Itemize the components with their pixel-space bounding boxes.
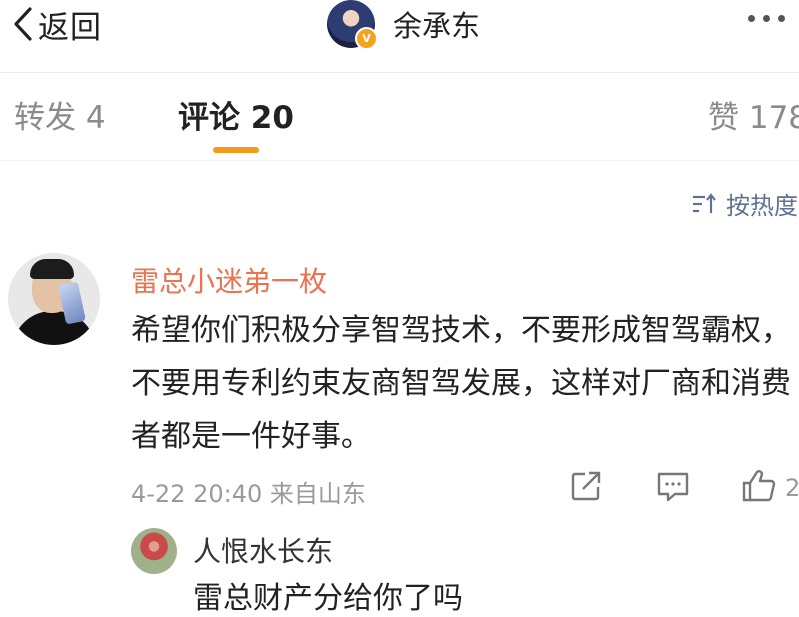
back-button[interactable]: 返回: [12, 4, 102, 46]
sort-label: 按热度: [726, 192, 798, 220]
tab-reposts[interactable]: 转发 4: [14, 92, 106, 137]
share-icon[interactable]: [568, 468, 604, 504]
comment-text: 希望你们积极分享智驾技术，不要形成智驾霸权，不要用专利约束友商智驾发展，这样对厂…: [131, 313, 791, 454]
comment-meta: 4-22 20:40 来自山东: [131, 480, 366, 508]
comment-icon[interactable]: [655, 468, 691, 504]
tab-comments[interactable]: 评论 20: [178, 92, 294, 137]
active-tab-indicator: [213, 147, 259, 153]
sort-button[interactable]: 按热度: [692, 186, 798, 221]
like-icon[interactable]: [741, 468, 777, 504]
like-count: 2: [785, 474, 799, 502]
header-divider: [0, 72, 799, 73]
comment-username[interactable]: 雷总小迷弟一枚: [131, 260, 327, 300]
tabs-divider: [0, 160, 799, 161]
verified-badge-icon: V: [355, 27, 378, 50]
avatar[interactable]: [131, 528, 177, 574]
back-label: 返回: [38, 9, 102, 46]
avatar[interactable]: V: [327, 0, 378, 50]
reply-username[interactable]: 人恨水长东: [193, 530, 333, 570]
chevron-left-icon: [14, 7, 32, 41]
page-title: 余承东: [393, 9, 481, 43]
reply-text: 雷总财产分给你了吗: [193, 581, 463, 616]
sort-icon: [693, 192, 716, 213]
header-user[interactable]: V 余承东: [327, 0, 481, 50]
more-options-icon[interactable]: [748, 15, 785, 22]
avatar[interactable]: [8, 253, 100, 345]
tab-likes[interactable]: 赞 178: [708, 92, 799, 137]
